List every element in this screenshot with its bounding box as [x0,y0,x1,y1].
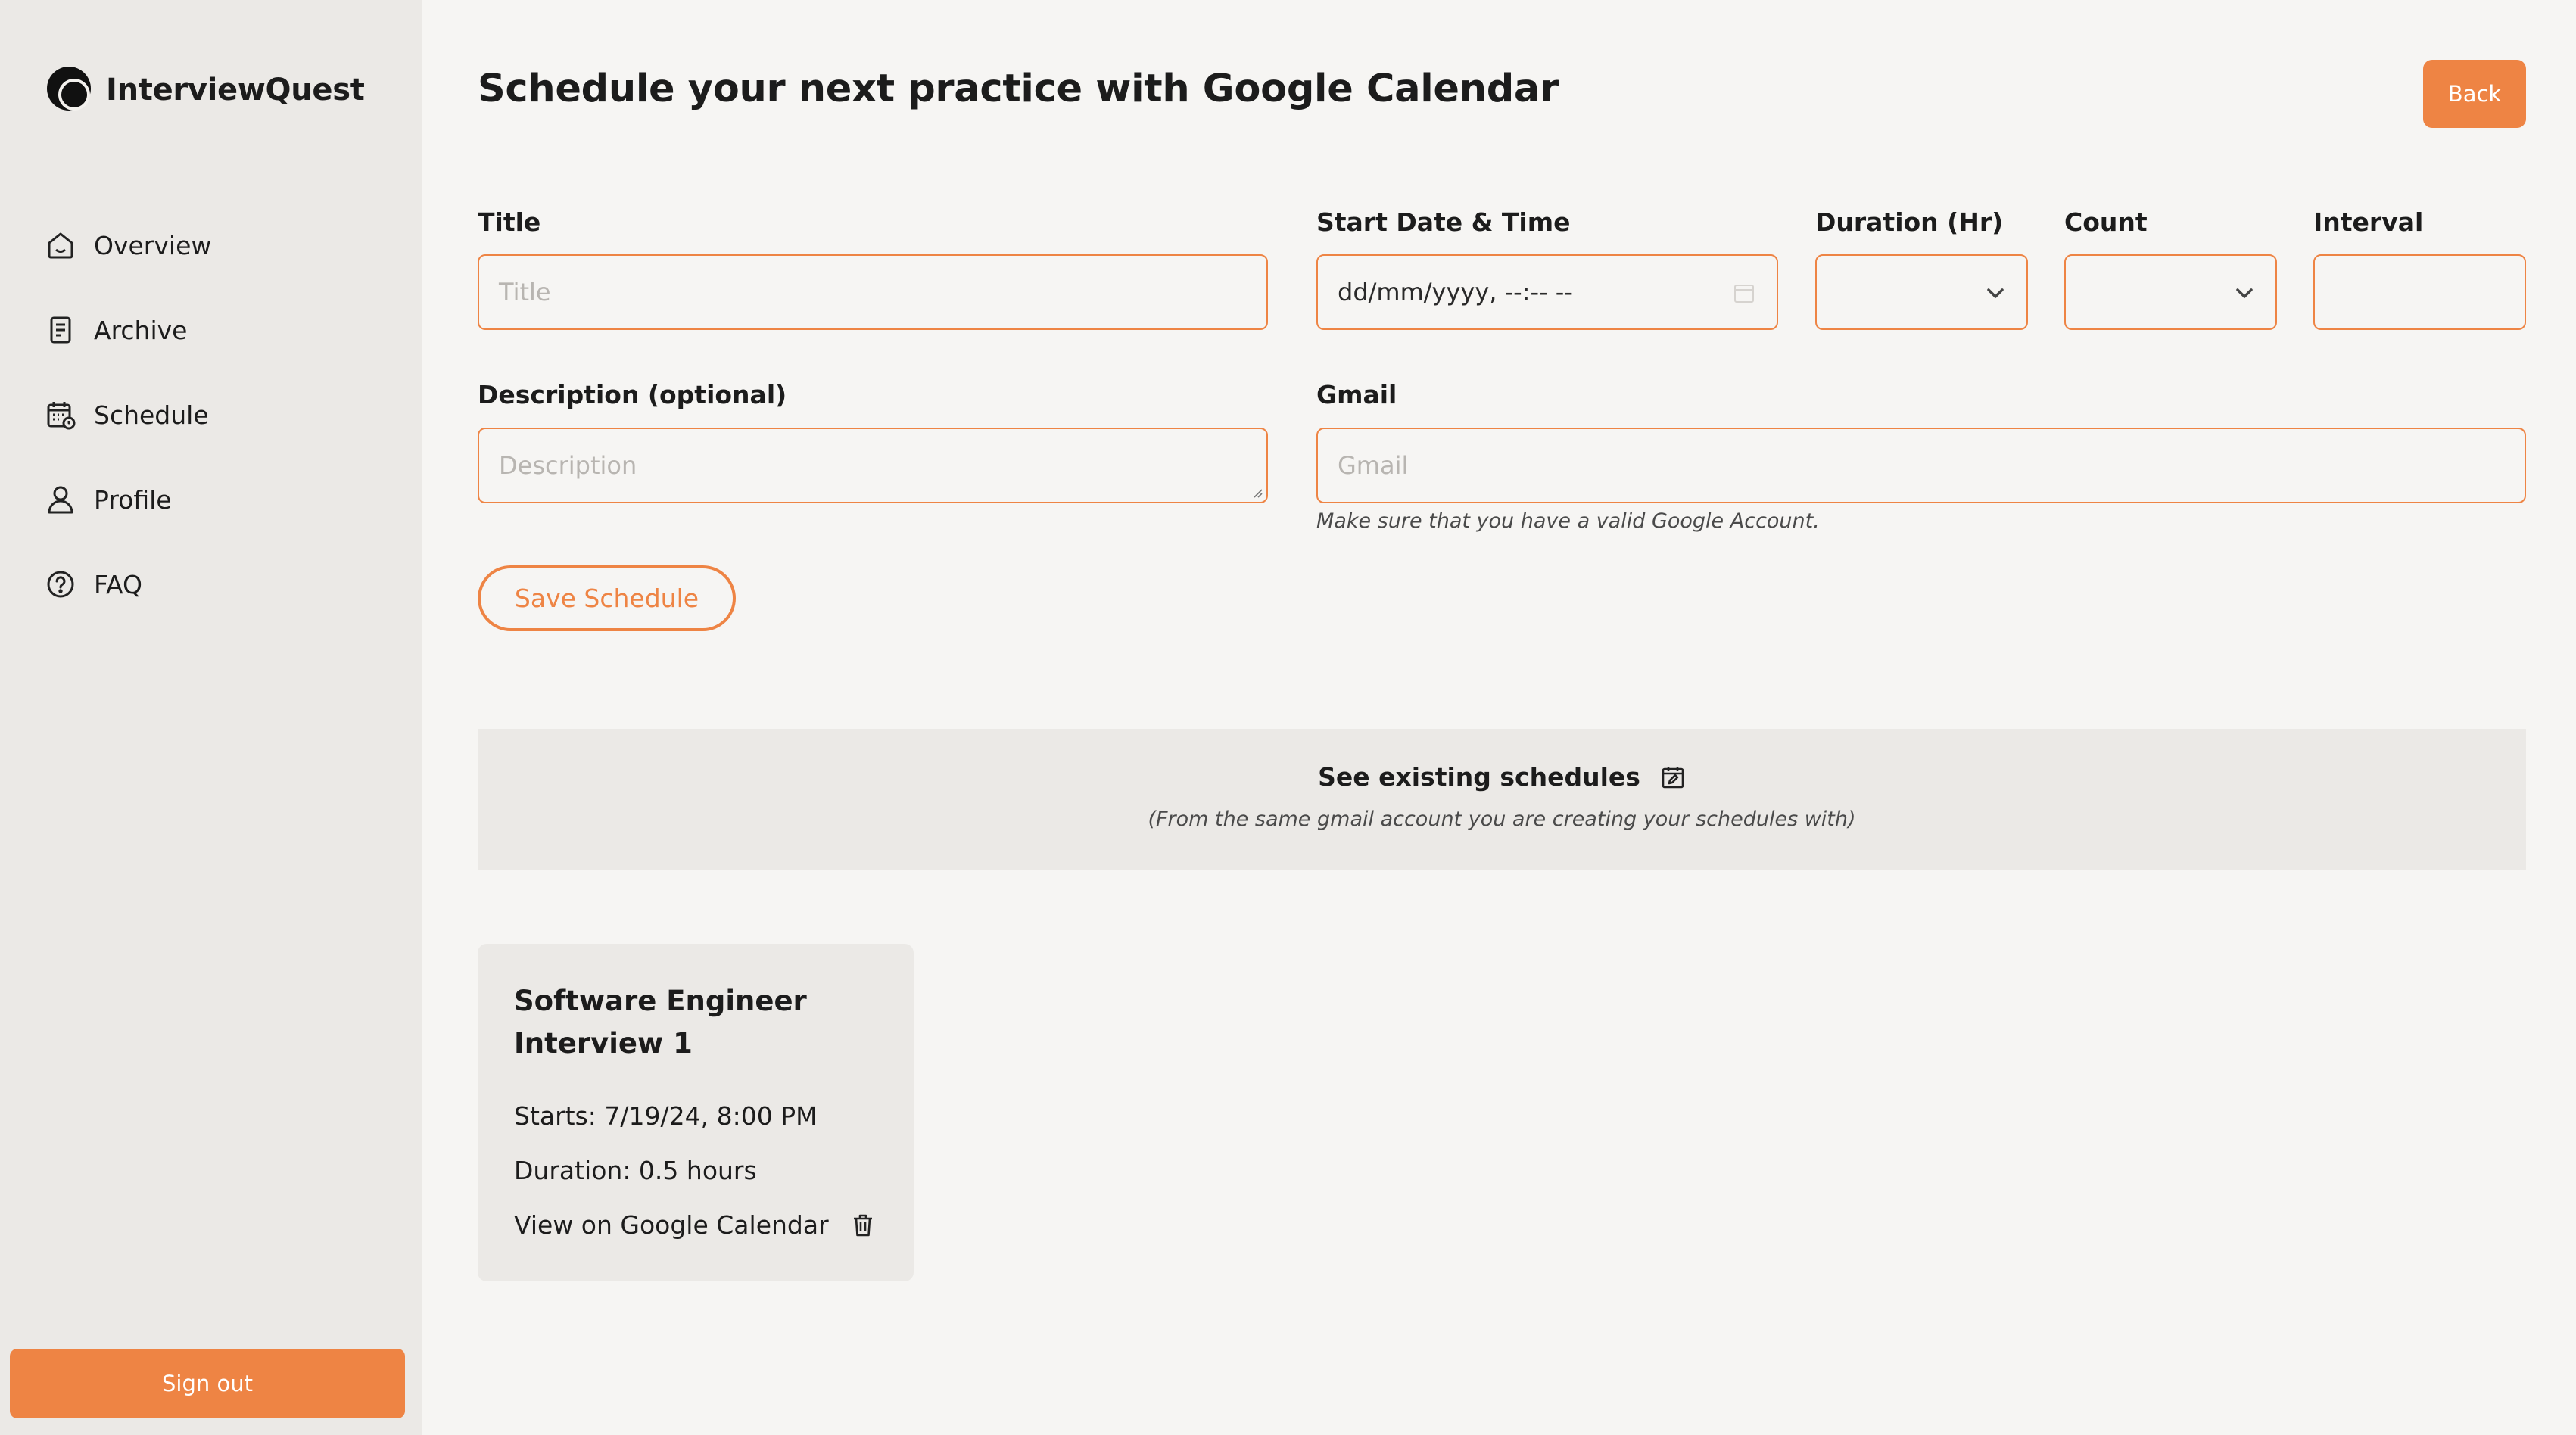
title-input[interactable]: Title [478,254,1268,330]
sidebar-item-profile[interactable]: Profile [44,457,211,542]
home-icon [44,229,77,262]
sidebar-item-overview[interactable]: Overview [44,203,211,288]
existing-schedules-banner[interactable]: See existing schedules (From the same gm… [478,729,2526,870]
sidebar-item-schedule[interactable]: Schedule [44,372,211,457]
schedule-duration: Duration: 0.5 hours [514,1156,757,1185]
sidebar: InterviewQuest Overview Archive Schedule… [0,0,422,1435]
existing-schedules-title[interactable]: See existing schedules [478,762,2526,792]
sidebar-item-faq[interactable]: FAQ [44,542,211,627]
logo-icon [47,67,91,111]
description-label: Description (optional) [478,380,787,409]
schedule-actions: View on Google Calendar [514,1210,876,1240]
count-label: Count [2064,207,2148,237]
sidebar-item-label: Overview [94,230,212,260]
interval-input[interactable] [2313,254,2526,330]
duration-label: Duration (Hr) [1815,207,2004,237]
brand[interactable]: InterviewQuest [45,65,365,115]
gmail-input[interactable]: Gmail [1316,428,2526,503]
trash-icon[interactable] [850,1212,876,1238]
back-button[interactable]: Back [2423,60,2526,128]
view-on-google-calendar-link[interactable]: View on Google Calendar [514,1210,829,1240]
start-datetime-input[interactable]: dd/mm/yyyy, --:-- -- [1316,254,1778,330]
app-root: InterviewQuest Overview Archive Schedule… [0,0,2576,1435]
calendar-picker-icon[interactable] [1733,282,1755,304]
chevron-down-icon [1987,288,2004,298]
save-schedule-button[interactable]: Save Schedule [478,565,736,631]
user-icon [44,483,77,516]
count-select[interactable] [2064,254,2277,330]
schedule-title: Software Engineer Interview 1 [514,985,807,1060]
calendar-edit-icon [1662,766,1684,788]
existing-schedules-subtitle: (From the same gmail account you are cre… [1148,808,1856,831]
interval-label: Interval [2313,207,2424,237]
start-datetime-value: dd/mm/yyyy, --:-- -- [1338,278,1573,307]
existing-schedules-label: See existing schedules [1318,762,1640,792]
sidebar-nav: Overview Archive Schedule Profile FAQ [44,203,211,627]
title-label: Title [478,207,541,237]
document-icon [44,313,77,347]
resize-handle-icon[interactable] [1250,485,1263,499]
gmail-label: Gmail [1316,380,1397,409]
start-datetime-label: Start Date & Time [1316,207,1571,237]
title-placeholder: Title [499,278,551,307]
chevron-down-icon [2236,288,2253,298]
page-title: Schedule your next practice with Google … [478,67,1559,111]
sign-out-button[interactable]: Sign out [10,1349,405,1418]
sidebar-item-label: Schedule [94,400,209,430]
calendar-clock-icon [44,398,77,431]
description-placeholder: Description [499,451,637,480]
description-textarea[interactable]: Description [478,428,1268,503]
sidebar-item-label: Archive [94,315,188,345]
help-circle-icon [44,568,77,601]
sidebar-item-label: FAQ [94,569,142,599]
duration-select[interactable] [1815,254,2028,330]
schedule-start: Starts: 7/19/24, 8:00 PM [514,1101,818,1131]
gmail-hint: Make sure that you have a valid Google A… [1316,509,1820,533]
schedule-card: Software Engineer Interview 1 Starts: 7/… [478,944,914,1281]
gmail-placeholder: Gmail [1338,451,1409,480]
brand-name: InterviewQuest [106,73,365,107]
sidebar-item-label: Profile [94,484,172,515]
sidebar-item-archive[interactable]: Archive [44,288,211,372]
